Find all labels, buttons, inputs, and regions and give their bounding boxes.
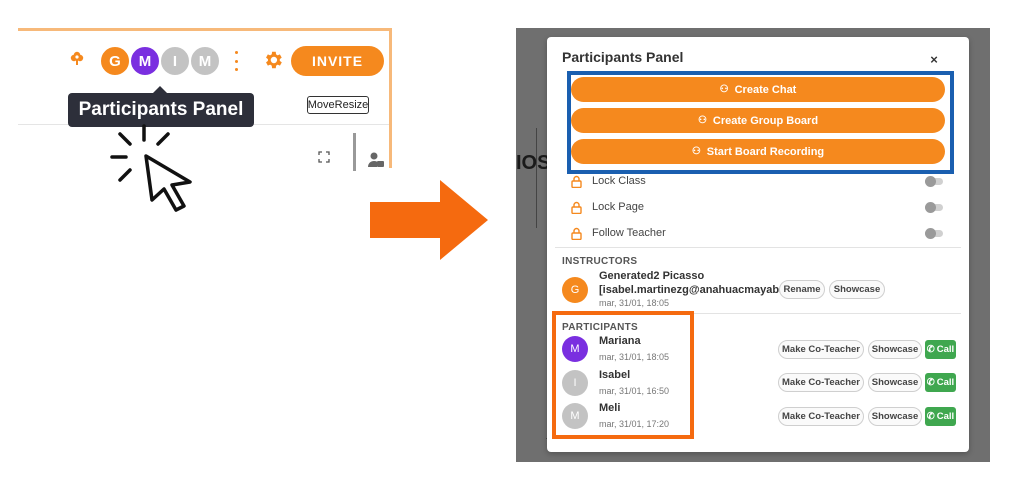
- toggle-label: Follow Teacher: [592, 227, 666, 239]
- call-label: Call: [936, 344, 955, 355]
- expand-icon[interactable]: [318, 151, 330, 163]
- invite-button[interactable]: INVITE: [291, 46, 384, 76]
- kebab-icon[interactable]: [233, 51, 239, 71]
- make-co-teacher-button[interactable]: Make Co-Teacher: [778, 340, 864, 359]
- lock-page-switch[interactable]: [925, 202, 943, 213]
- make-co-teacher-button[interactable]: Make Co-Teacher: [778, 407, 864, 426]
- avatar: G: [562, 277, 588, 303]
- scrollbar[interactable]: [353, 133, 356, 171]
- toggle-label: Lock Page: [592, 201, 644, 213]
- rename-button[interactable]: Rename: [779, 280, 825, 299]
- toggle-label: Lock Class: [592, 175, 646, 187]
- showcase-button[interactable]: Showcase: [868, 373, 922, 392]
- toggle-lock-page: Lock Page: [567, 199, 947, 217]
- avatar[interactable]: G: [99, 45, 131, 77]
- lock-icon: [571, 175, 582, 188]
- gear-icon[interactable]: [262, 49, 284, 71]
- call-label: Call: [936, 377, 955, 388]
- cursor-click-icon: [110, 124, 192, 212]
- lock-icon: [571, 227, 582, 240]
- highlight-box: [552, 311, 694, 439]
- avatar[interactable]: M: [129, 45, 161, 77]
- call-button[interactable]: ✆ Call: [925, 340, 956, 359]
- close-icon[interactable]: ×: [927, 53, 941, 67]
- call-button[interactable]: ✆ Call: [925, 407, 956, 426]
- avatar[interactable]: M: [189, 45, 221, 77]
- highlight-box: [567, 71, 954, 174]
- background-text: IOS: [516, 152, 551, 174]
- toolbar-crop: G M I M INVITE Participants Panel MoveRe…: [18, 28, 392, 171]
- lock-class-switch[interactable]: [925, 176, 943, 187]
- user-card-icon[interactable]: [367, 151, 385, 169]
- avatar[interactable]: I: [159, 45, 191, 77]
- instructor-name: Generated2 Picasso: [599, 270, 705, 282]
- phone-icon: ✆: [926, 411, 935, 422]
- toggle-lock-class: Lock Class: [567, 173, 947, 191]
- phone-icon: ✆: [926, 377, 935, 388]
- call-label: Call: [936, 411, 955, 422]
- toggle-follow-teacher: Follow Teacher: [567, 225, 947, 243]
- arrow-right-icon: [370, 180, 488, 260]
- moveresize-button[interactable]: MoveResize: [307, 96, 369, 114]
- showcase-button[interactable]: Showcase: [829, 280, 885, 299]
- lock-icon: [571, 201, 582, 214]
- instructor-email: [isabel.martinezg@anahuacmayab.mx]: [599, 284, 802, 296]
- panel-title: Participants Panel: [562, 49, 684, 65]
- follow-teacher-switch[interactable]: [925, 228, 943, 239]
- showcase-button[interactable]: Showcase: [868, 407, 922, 426]
- make-co-teacher-button[interactable]: Make Co-Teacher: [778, 373, 864, 392]
- tutorial-graphic: G M I M INVITE Participants Panel MoveRe…: [0, 0, 1024, 479]
- flower-icon[interactable]: [69, 50, 85, 66]
- phone-icon: ✆: [926, 344, 935, 355]
- instructor-time: mar, 31/01, 18:05: [599, 298, 670, 308]
- divider: [555, 247, 961, 248]
- showcase-button[interactable]: Showcase: [868, 340, 922, 359]
- call-button[interactable]: ✆ Call: [925, 373, 956, 392]
- instructors-heading: INSTRUCTORS: [562, 256, 638, 267]
